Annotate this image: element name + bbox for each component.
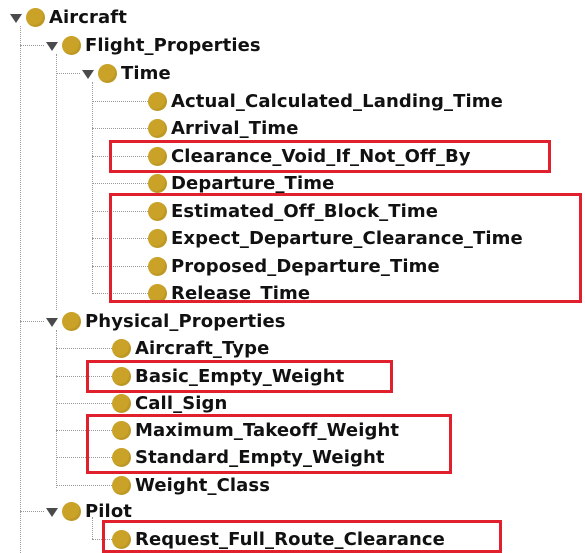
node-label: Clearance_Void_If_Not_Off_By bbox=[171, 145, 471, 167]
tree-node-leaf[interactable]: Standard_Empty_Weight bbox=[112, 444, 385, 470]
expand-triangle-icon[interactable] bbox=[80, 60, 98, 86]
ontology-class-tree: Aircraft Flight_Properties Time Actual_C… bbox=[0, 0, 585, 553]
node-label: Pilot bbox=[85, 500, 133, 522]
node-label: Expect_Departure_Clearance_Time bbox=[171, 227, 523, 249]
node-label: Request_Full_Route_Clearance bbox=[135, 528, 445, 550]
tree-connector bbox=[56, 376, 112, 377]
class-node-icon bbox=[148, 201, 167, 221]
tree-connector bbox=[56, 73, 80, 74]
node-label: Proposed_Departure_Time bbox=[171, 255, 440, 277]
tree-connector bbox=[20, 45, 44, 46]
tree-node-leaf[interactable]: Proposed_Departure_Time bbox=[148, 253, 440, 279]
tree-connector bbox=[92, 156, 148, 157]
class-node-icon bbox=[148, 91, 167, 111]
tree-node-leaf[interactable]: Clearance_Void_If_Not_Off_By bbox=[148, 143, 471, 169]
class-node-icon bbox=[112, 393, 131, 413]
tree-node-leaf[interactable]: Arrival_Time bbox=[148, 115, 299, 141]
tree-node-leaf[interactable]: Departure_Time bbox=[148, 170, 334, 196]
node-label: Aircraft bbox=[49, 6, 127, 28]
tree-connector bbox=[92, 539, 112, 540]
tree-connector bbox=[56, 348, 112, 349]
expand-triangle-icon[interactable] bbox=[44, 308, 62, 334]
node-label: Arrival_Time bbox=[171, 117, 299, 139]
class-node-icon bbox=[112, 420, 131, 440]
node-label: Physical_Properties bbox=[85, 310, 286, 332]
class-node-icon bbox=[148, 146, 167, 166]
tree-node-physical-properties[interactable]: Physical_Properties bbox=[44, 308, 286, 334]
node-label: Call_Sign bbox=[135, 392, 228, 414]
tree-connector bbox=[56, 54, 57, 310]
tree-node-aircraft[interactable]: Aircraft bbox=[8, 4, 127, 30]
expand-triangle-icon[interactable] bbox=[8, 4, 26, 30]
tree-node-flight-properties[interactable]: Flight_Properties bbox=[44, 32, 261, 58]
class-node-icon bbox=[98, 63, 117, 83]
tree-connector bbox=[20, 321, 44, 322]
tree-connector bbox=[92, 128, 148, 129]
tree-connector bbox=[20, 511, 44, 512]
tree-node-pilot[interactable]: Pilot bbox=[44, 498, 132, 524]
node-label: Standard_Empty_Weight bbox=[135, 446, 385, 468]
node-label: Time bbox=[121, 62, 171, 84]
class-node-icon bbox=[148, 256, 167, 276]
tree-node-leaf[interactable]: Actual_Calculated_Landing_Time bbox=[148, 88, 503, 114]
tree-connector bbox=[92, 266, 148, 267]
tree-connector bbox=[92, 183, 148, 184]
tree-connector bbox=[92, 293, 148, 294]
tree-connector bbox=[56, 330, 57, 488]
expand-triangle-icon[interactable] bbox=[44, 32, 62, 58]
class-node-icon bbox=[112, 338, 131, 358]
tree-node-leaf[interactable]: Maximum_Takeoff_Weight bbox=[112, 417, 399, 443]
tree-connector bbox=[20, 26, 21, 553]
tree-connector bbox=[92, 238, 148, 239]
node-label: Actual_Calculated_Landing_Time bbox=[171, 90, 503, 112]
class-node-icon bbox=[62, 35, 81, 55]
tree-node-time[interactable]: Time bbox=[80, 60, 171, 86]
class-node-icon bbox=[112, 366, 131, 386]
class-node-icon bbox=[148, 173, 167, 193]
node-label: Departure_Time bbox=[171, 172, 335, 194]
expand-triangle-icon[interactable] bbox=[44, 498, 62, 524]
tree-connector bbox=[92, 82, 93, 294]
tree-node-leaf[interactable]: Expect_Departure_Clearance_Time bbox=[148, 225, 523, 251]
tree-node-leaf[interactable]: Aircraft_Type bbox=[112, 335, 269, 361]
tree-connector bbox=[56, 457, 112, 458]
class-node-icon bbox=[112, 529, 131, 549]
tree-node-leaf[interactable]: Release_Time bbox=[148, 280, 310, 306]
tree-connector bbox=[56, 403, 112, 404]
node-label: Basic_Empty_Weight bbox=[135, 365, 345, 387]
node-label: Weight_Class bbox=[135, 474, 271, 496]
class-node-icon bbox=[148, 118, 167, 138]
class-node-icon bbox=[62, 311, 81, 331]
class-node-icon bbox=[112, 475, 131, 495]
tree-node-leaf[interactable]: Weight_Class bbox=[112, 472, 270, 498]
class-node-icon bbox=[112, 447, 131, 467]
node-label: Maximum_Takeoff_Weight bbox=[135, 419, 400, 441]
tree-connector bbox=[92, 101, 148, 102]
tree-node-leaf[interactable]: Basic_Empty_Weight bbox=[112, 363, 344, 389]
node-label: Estimated_Off_Block_Time bbox=[171, 200, 439, 222]
class-node-icon bbox=[62, 501, 81, 521]
tree-connector bbox=[56, 485, 112, 486]
tree-node-leaf[interactable]: Estimated_Off_Block_Time bbox=[148, 198, 438, 224]
class-node-icon bbox=[26, 7, 45, 27]
node-label: Flight_Properties bbox=[85, 34, 261, 56]
tree-node-leaf[interactable]: Call_Sign bbox=[112, 390, 227, 416]
tree-connector bbox=[56, 430, 112, 431]
node-label: Release_Time bbox=[171, 282, 311, 304]
class-node-icon bbox=[148, 228, 167, 248]
tree-node-leaf[interactable]: Request_Full_Route_Clearance bbox=[112, 526, 445, 552]
tree-connector bbox=[92, 211, 148, 212]
node-label: Aircraft_Type bbox=[135, 337, 270, 359]
class-node-icon bbox=[148, 283, 167, 303]
